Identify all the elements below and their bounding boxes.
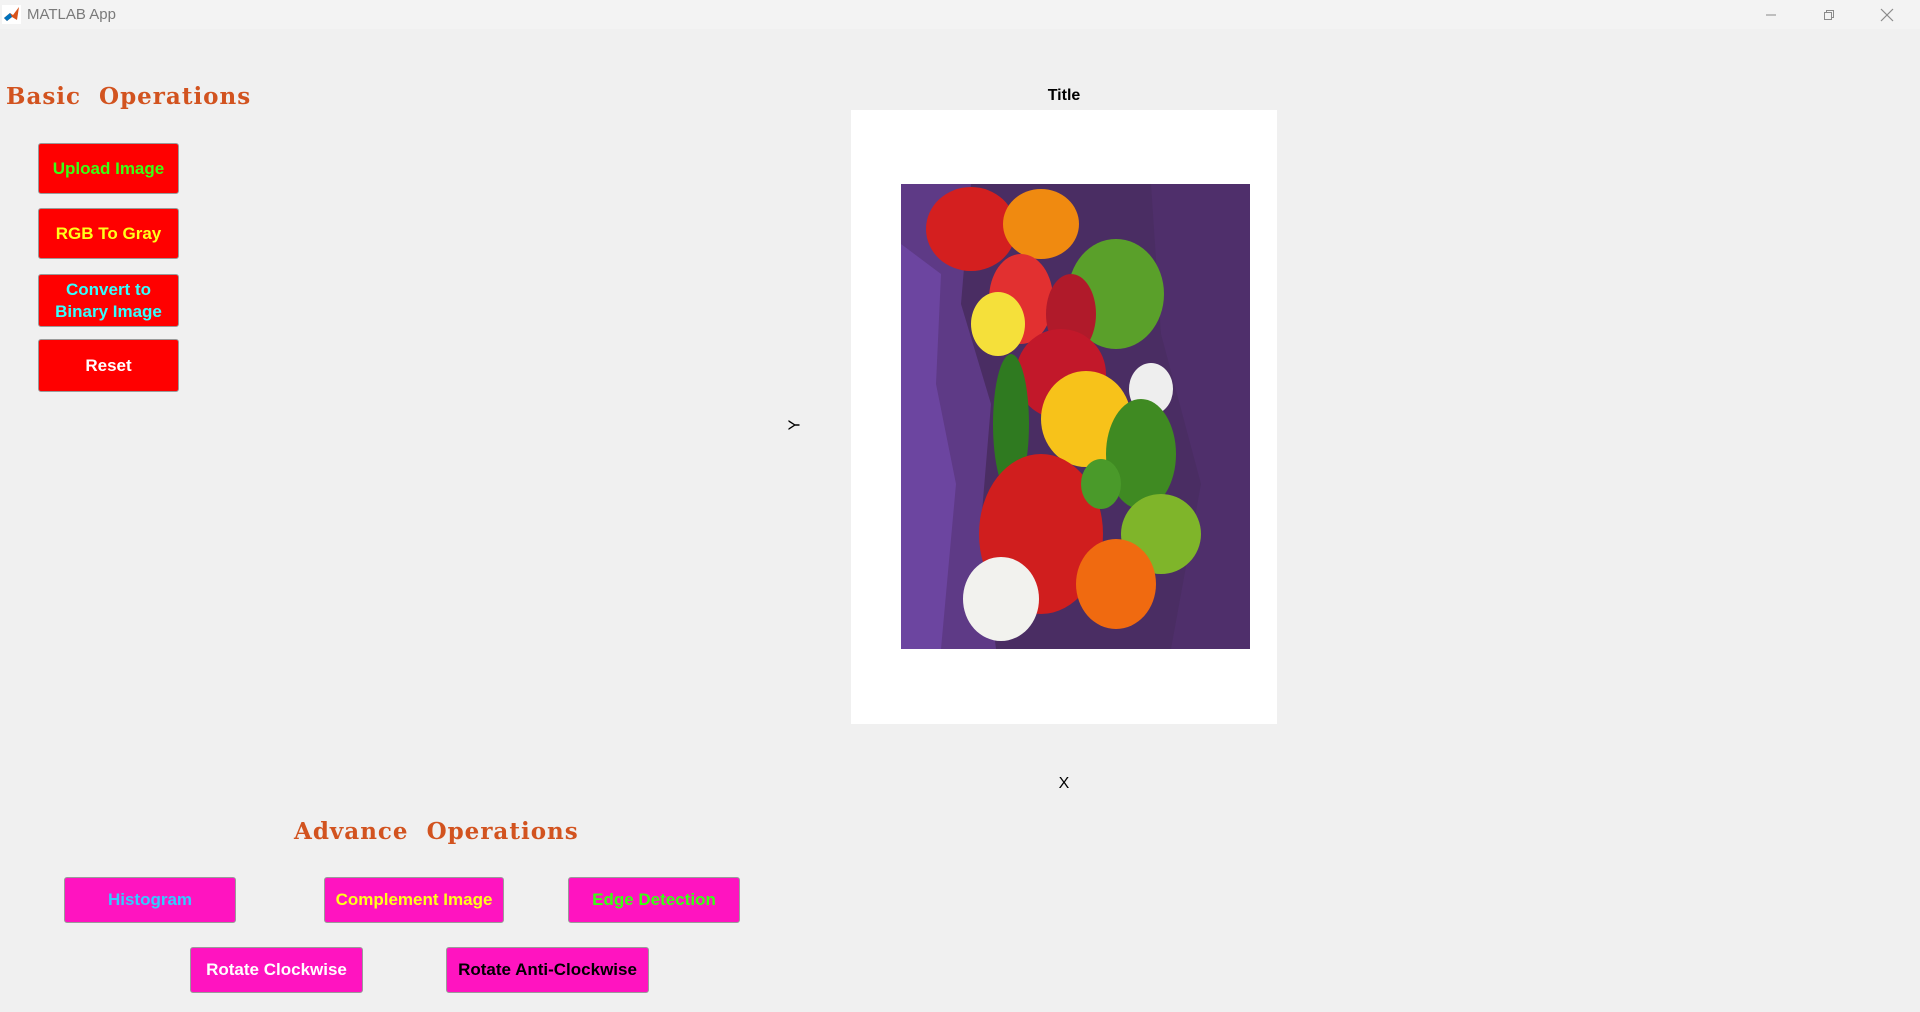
title-bar: MATLAB App bbox=[0, 0, 1920, 29]
convert-to-binary-button[interactable]: Convert to Binary Image bbox=[38, 274, 179, 327]
minimize-icon bbox=[1765, 14, 1776, 15]
window-title: MATLAB App bbox=[27, 6, 116, 23]
upload-image-button[interactable]: Upload Image bbox=[38, 143, 179, 194]
restore-icon bbox=[1823, 9, 1834, 20]
axes-xlabel: X bbox=[1058, 775, 1070, 792]
binary-button-label-line2: Binary Image bbox=[55, 301, 162, 321]
matlab-app-window: MATLAB App Basic Operations Upload Image… bbox=[0, 0, 1920, 1012]
edge-detection-button[interactable]: Edge Detection bbox=[568, 877, 740, 923]
close-button[interactable] bbox=[1858, 0, 1915, 29]
restore-button[interactable] bbox=[1800, 0, 1857, 29]
basic-operations-heading: Basic Operations bbox=[6, 83, 252, 110]
matlab-logo-icon bbox=[2, 5, 21, 24]
reset-button[interactable]: Reset bbox=[38, 339, 179, 392]
close-icon bbox=[1880, 8, 1893, 21]
binary-button-label-line1: Convert to bbox=[65, 279, 151, 299]
complement-image-button[interactable]: Complement Image bbox=[324, 877, 504, 923]
peppers-image bbox=[901, 184, 1250, 649]
histogram-button[interactable]: Histogram bbox=[64, 877, 236, 923]
advance-operations-heading: Advance Operations bbox=[294, 818, 579, 845]
axes-ylabel: Y bbox=[786, 419, 804, 431]
rgb-to-gray-button[interactable]: RGB To Gray bbox=[38, 208, 179, 259]
axes-title: Title bbox=[1047, 87, 1081, 104]
minimize-button[interactable] bbox=[1742, 0, 1799, 29]
rotate-anticlockwise-button[interactable]: Rotate Anti-Clockwise bbox=[446, 947, 649, 993]
rotate-clockwise-button[interactable]: Rotate Clockwise bbox=[190, 947, 363, 993]
